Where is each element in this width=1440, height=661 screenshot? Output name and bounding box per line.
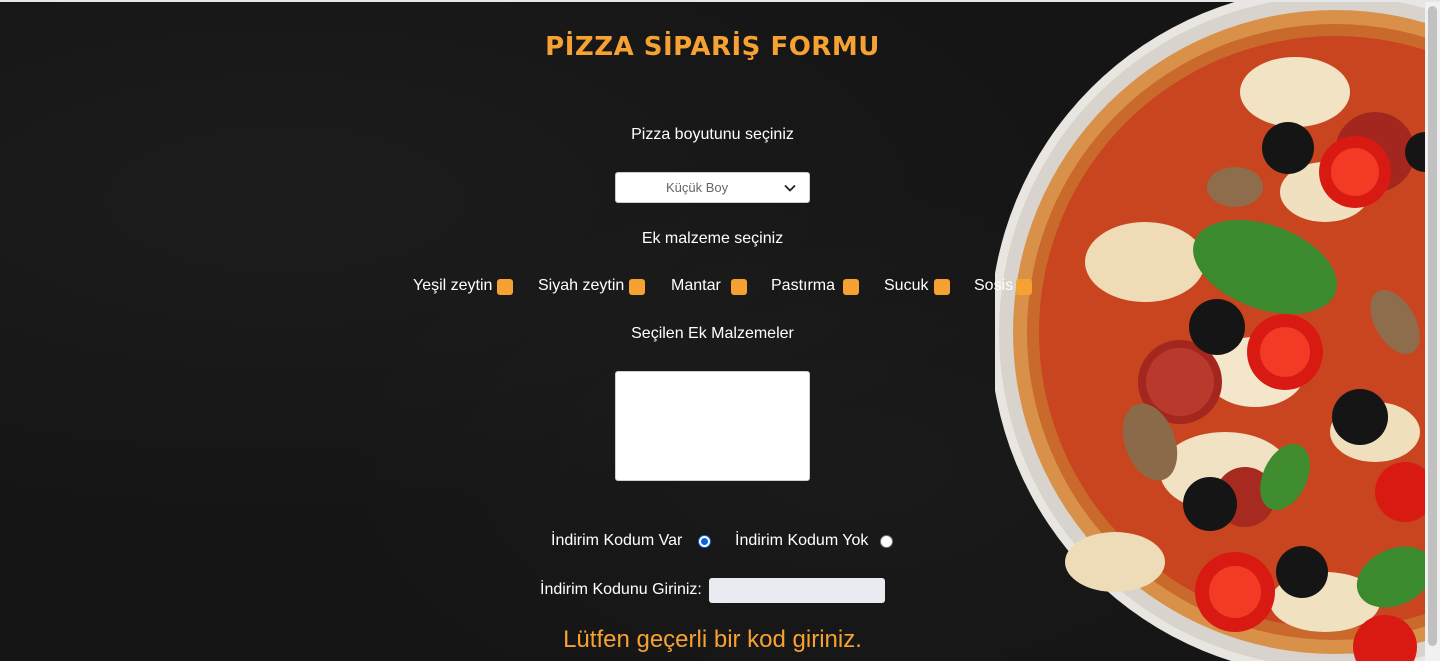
- page-scrollbar[interactable]: [1425, 2, 1440, 661]
- radio-button[interactable]: [880, 535, 893, 548]
- error-message: Lütfen geçerli bir kod giriniz.: [563, 626, 862, 653]
- page-background: PİZZA SİPARİŞ FORMU Pizza boyutunu seçin…: [0, 2, 1425, 661]
- topping-checkbox[interactable]: [497, 279, 513, 295]
- topping-checkbox[interactable]: [1016, 279, 1032, 295]
- pizza-size-selected-value: Küçük Boy: [666, 180, 729, 195]
- topping-checkbox[interactable]: [629, 279, 645, 295]
- radio-label: İndirim Kodum Var: [551, 532, 683, 549]
- chevron-down-icon: [784, 184, 796, 192]
- extras-label: Ek malzeme seçiniz: [641, 230, 784, 247]
- size-label: Pizza boyutunu seçiniz: [631, 126, 794, 143]
- selected-extras-label: Seçilen Ek Malzemeler: [631, 325, 794, 342]
- topping-checkbox[interactable]: [843, 279, 859, 295]
- topping-checkbox[interactable]: [731, 279, 747, 295]
- topping-label: Mantar: [671, 277, 721, 294]
- discount-code-label: İndirim Kodunu Giriniz:: [540, 581, 702, 598]
- topping-label: Siyah zeytin: [538, 277, 625, 294]
- topping-label: Sosis: [974, 277, 1014, 294]
- topping-label: Sucuk: [884, 277, 929, 294]
- discount-code-input[interactable]: [709, 578, 885, 603]
- radio-button[interactable]: [698, 535, 711, 548]
- topping-checkbox[interactable]: [934, 279, 950, 295]
- pizza-size-select[interactable]: Küçük Boy: [615, 172, 810, 203]
- scrollbar-thumb[interactable]: [1428, 6, 1437, 646]
- topping-label: Pastırma: [771, 277, 836, 294]
- selected-extras-textarea[interactable]: [615, 371, 810, 481]
- radio-label: İndirim Kodum Yok: [735, 532, 869, 549]
- topping-label: Yeşil zeytin: [413, 277, 493, 294]
- page-title: PİZZA SİPARİŞ FORMU: [545, 32, 880, 62]
